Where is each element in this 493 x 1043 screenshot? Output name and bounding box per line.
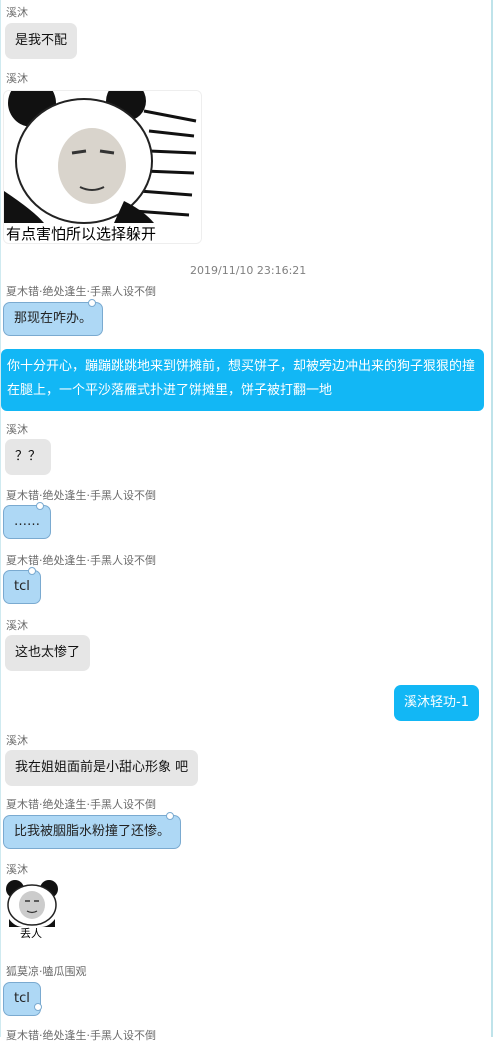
sender-name: 溪沐: [6, 6, 28, 19]
sticker-caption: 有点害怕所以选择躲开: [6, 225, 157, 243]
self-message-bubble[interactable]: 溪沐轻功-1: [394, 685, 479, 721]
sticker-caption: 丢人: [20, 927, 42, 940]
message-bubble[interactable]: 这也太惨了: [5, 635, 91, 671]
bubble-decoration-icon: [27, 567, 36, 575]
message-bubble[interactable]: 是我不配: [5, 23, 78, 59]
sender-name: 夏木错·绝处逢生·手黑人设不倒: [6, 489, 156, 502]
message-line: 你十分开心，蹦蹦跳跳地来到饼摊前，想买饼子，却被旁边冲出来的狗子狠狠的撞: [7, 359, 476, 374]
message-bubble[interactable]: 比我被胭脂水粉撞了还惨。: [3, 812, 182, 849]
message-bubble[interactable]: tcl: [3, 982, 42, 1016]
sender-name: 狐莫凉·嗑瓜围观: [6, 965, 87, 978]
sticker-image[interactable]: 丢人: [3, 879, 61, 941]
sender-name: 夏木错·绝处逢生·手黑人设不倒: [6, 554, 156, 567]
message-text: 那现在咋办。: [14, 311, 93, 326]
message-text: tcl: [14, 991, 30, 1006]
panda-meme-icon: [4, 91, 201, 243]
sender-name: 溪沐: [6, 863, 28, 876]
message-bubble[interactable]: 那现在咋办。: [3, 299, 104, 336]
message-line: 在腿上，一个平沙落雁式扑进了饼摊里，饼子被打翻一地: [7, 383, 333, 398]
sender-name: 溪沐: [6, 619, 28, 632]
message-bubble[interactable]: 我在姐姐面前是小甜心形象 吧: [5, 750, 199, 786]
panda-meme-icon: [6, 880, 58, 927]
message-text: 比我被胭脂水粉撞了还惨。: [14, 824, 171, 839]
bubble-decoration-icon: [166, 812, 175, 820]
bubble-decoration-icon: [88, 299, 97, 307]
sender-name: 夏木错·绝处逢生·手黑人设不倒: [6, 1029, 156, 1042]
self-message-bubble[interactable]: 你十分开心，蹦蹦跳跳地来到饼摊前，想买饼子，却被旁边冲出来的狗子狠狠的撞 在腿上…: [1, 349, 484, 411]
message-text: ……: [14, 514, 40, 529]
message-bubble[interactable]: ……: [3, 502, 51, 539]
sender-name: 溪沐: [6, 734, 28, 747]
sender-name: 溪沐: [6, 72, 28, 85]
timestamp: 2019/11/10 23:16:21: [190, 264, 307, 277]
sender-name: 夏木错·绝处逢生·手黑人设不倒: [6, 285, 156, 298]
sender-name: 夏木错·绝处逢生·手黑人设不倒: [6, 798, 156, 811]
bubble-decoration-icon: [33, 1003, 42, 1011]
sender-name: 溪沐: [6, 423, 28, 436]
bubble-decoration-icon: [36, 502, 44, 510]
sticker-image[interactable]: 有点害怕所以选择躲开: [3, 90, 202, 244]
message-bubble[interactable]: tcl: [3, 567, 41, 604]
message-text: tcl: [14, 579, 30, 594]
message-bubble[interactable]: ？？: [5, 439, 52, 475]
